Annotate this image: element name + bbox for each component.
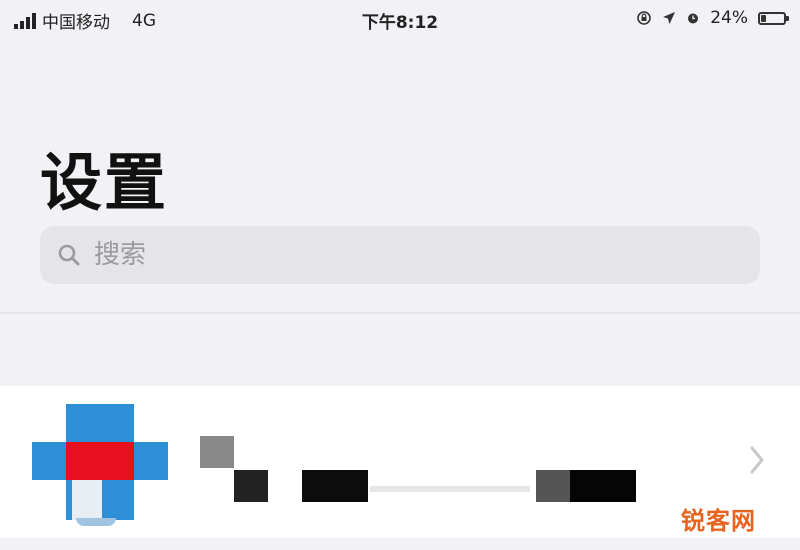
search-icon (58, 244, 80, 266)
redacted-name-block (536, 470, 570, 502)
battery-fill (761, 14, 767, 22)
battery-percent: 24% (710, 8, 748, 28)
search-input[interactable] (92, 239, 696, 271)
page-title: 设置 (40, 146, 169, 219)
section-divider (0, 312, 800, 314)
alarm-icon (688, 13, 699, 24)
location-icon (663, 12, 676, 24)
redacted-name-block (570, 470, 636, 502)
redacted-name-block (370, 486, 530, 492)
account-profile-row[interactable] (0, 386, 800, 538)
watermark-logo: 锐客网 (681, 507, 756, 535)
redacted-name-block (234, 470, 268, 502)
status-right: 24% (636, 8, 789, 28)
settings-screen: 中国移动 4G 下午8:12 24% 设置 搜索 锐客网 (0, 0, 800, 550)
lock-rotation-icon (637, 11, 652, 25)
avatar (32, 404, 168, 528)
search-bar[interactable] (40, 226, 760, 284)
status-bar: 中国移动 4G 下午8:12 24% (0, 0, 800, 40)
battery-icon (758, 11, 789, 25)
redacted-name-block (200, 436, 234, 468)
chevron-right-icon (750, 446, 764, 474)
redacted-name-block (302, 470, 368, 502)
